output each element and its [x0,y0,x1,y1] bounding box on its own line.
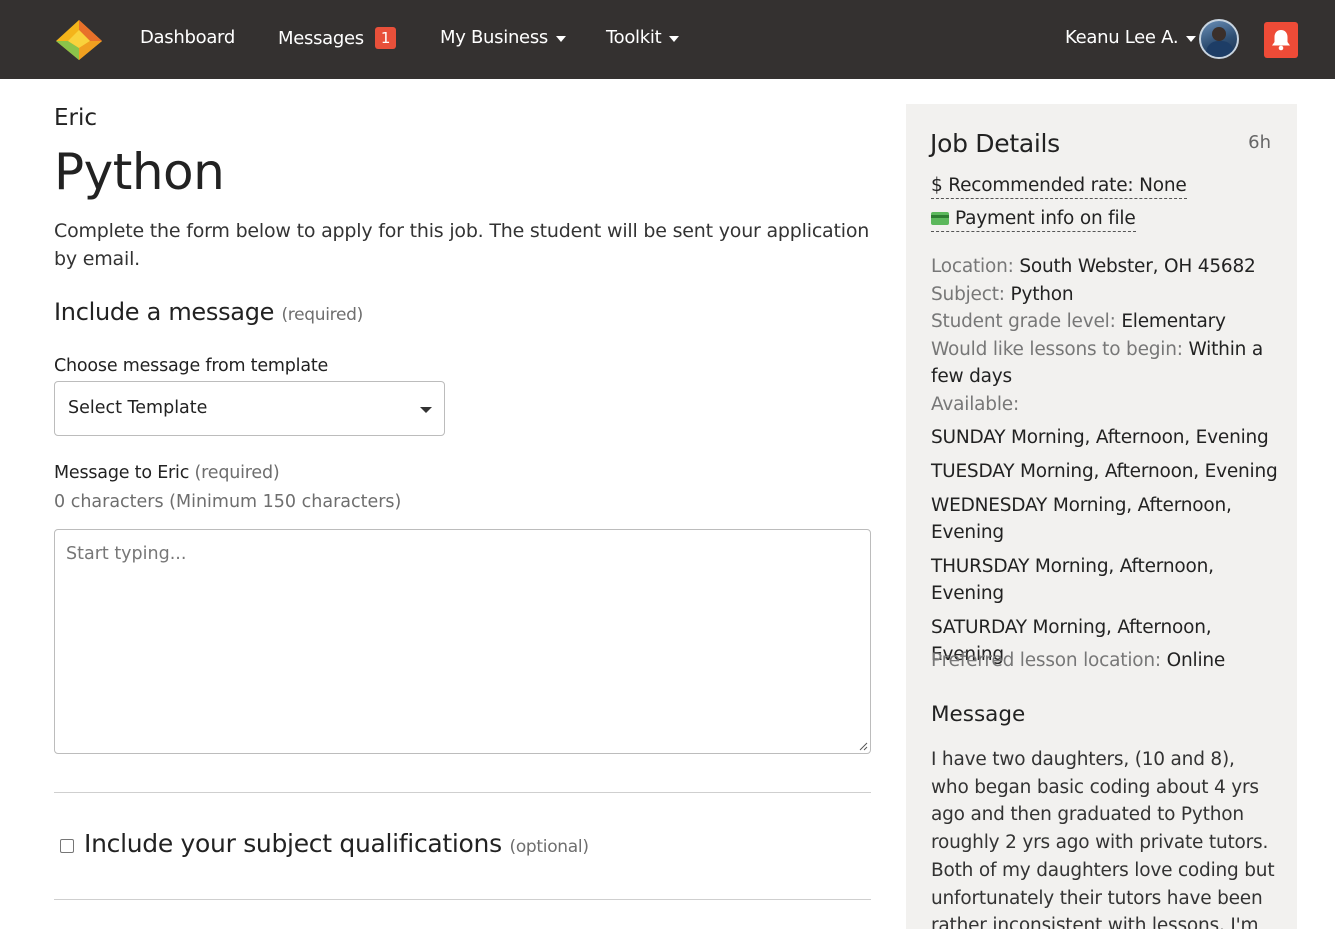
messages-count-badge: 1 [374,27,397,49]
page-title: Python [54,143,225,201]
divider [54,899,871,900]
detail-key: Student grade level: [931,311,1116,332]
message-section-heading: Include a message (required) [54,298,363,326]
message-section-title: Include a message [54,298,275,326]
character-count: 0 characters (Minimum 150 characters) [54,492,402,512]
student-message-text: I have two daughters, (10 and 8), who be… [931,749,1275,929]
top-navbar: Dashboard Messages 1 My Business Toolkit… [0,0,1335,79]
bell-icon [1272,30,1290,51]
template-select[interactable]: Select Template [54,381,445,436]
student-message-title: Message [931,702,1026,727]
preferred-location-value: Online [1166,650,1226,671]
message-placeholder: Start typing... [66,544,187,564]
availability-row: SUNDAY Morning, Afternoon, Evening [931,427,1269,448]
nav-toolkit[interactable]: Toolkit [606,27,680,48]
detail-value: Python [1010,283,1074,305]
detail-subject: Subject: Python [931,281,1281,309]
nav-messages[interactable]: Messages 1 [278,27,397,49]
availability-row: WEDNESDAY Morning, Afternoon, Evening [931,495,1232,543]
availability-row: TUESDAY Morning, Afternoon, Evening [931,461,1278,482]
nav-messages-label: Messages [278,27,364,49]
posted-age: 6h [1248,132,1271,153]
credit-card-icon [931,212,949,225]
detail-key: Location: [931,256,1014,277]
user-name: Keanu Lee A. [1065,27,1179,48]
nav-toolkit-label: Toolkit [606,27,662,48]
required-note: (required) [281,305,363,325]
template-label: Choose message from template [54,356,329,376]
chevron-down-icon [420,407,432,413]
nav-dashboard-label: Dashboard [140,27,235,48]
detail-location: Location: South Webster, OH 45682 [931,253,1281,281]
message-label: Message to Eric (required) [54,463,280,483]
nav-my-business[interactable]: My Business [440,27,566,48]
required-note: (required) [194,463,280,483]
student-name: Eric [54,105,98,131]
template-select-value: Select Template [68,398,208,418]
payment-info-label: Payment info on file [955,208,1136,229]
recommended-rate-link[interactable]: $ Recommended rate: None [931,174,1187,199]
payment-info-link[interactable]: Payment info on file [931,207,1136,232]
job-details-panel: Job Details 6h $ Recommended rate: None … [906,104,1297,929]
diamond-logo-icon[interactable] [56,20,102,60]
notifications-button[interactable] [1264,22,1298,58]
optional-note: (optional) [509,837,589,857]
detail-value: Elementary [1121,311,1226,332]
resize-handle-icon[interactable] [858,741,868,751]
intro-text: Complete the form below to apply for thi… [54,220,870,270]
detail-key: Subject: [931,283,1005,305]
detail-value: South Webster, OH 45682 [1019,256,1256,277]
detail-grade-level: Student grade level: Elementary [931,308,1281,336]
available-label: Available: [931,393,1019,415]
preferred-location: Preferred lesson location: Online [931,650,1225,671]
user-menu[interactable]: Keanu Lee A. [1065,27,1197,48]
qualifications-label: Include your subject qualifications [84,829,502,858]
chevron-down-icon [555,35,566,42]
divider [54,792,871,793]
job-details-title: Job Details [930,129,1060,158]
chevron-down-icon [669,35,680,42]
message-textarea[interactable]: Start typing... [54,529,871,754]
detail-start: Would like lessons to begin: Within a fe… [931,336,1281,391]
availability-row: THURSDAY Morning, Afternoon, Evening [931,556,1214,604]
detail-key: Would like lessons to begin: [931,338,1183,360]
qualifications-heading: Include your subject qualifications (opt… [84,829,589,858]
qualifications-checkbox[interactable] [60,839,74,853]
nav-dashboard[interactable]: Dashboard [140,27,235,48]
chevron-down-icon [1186,35,1197,42]
message-label-text: Message to Eric [54,463,190,483]
nav-my-business-label: My Business [440,27,548,48]
preferred-location-key: Preferred lesson location: [931,650,1161,671]
job-details-list: Location: South Webster, OH 45682 Subjec… [931,253,1281,675]
avatar[interactable] [1199,19,1239,59]
